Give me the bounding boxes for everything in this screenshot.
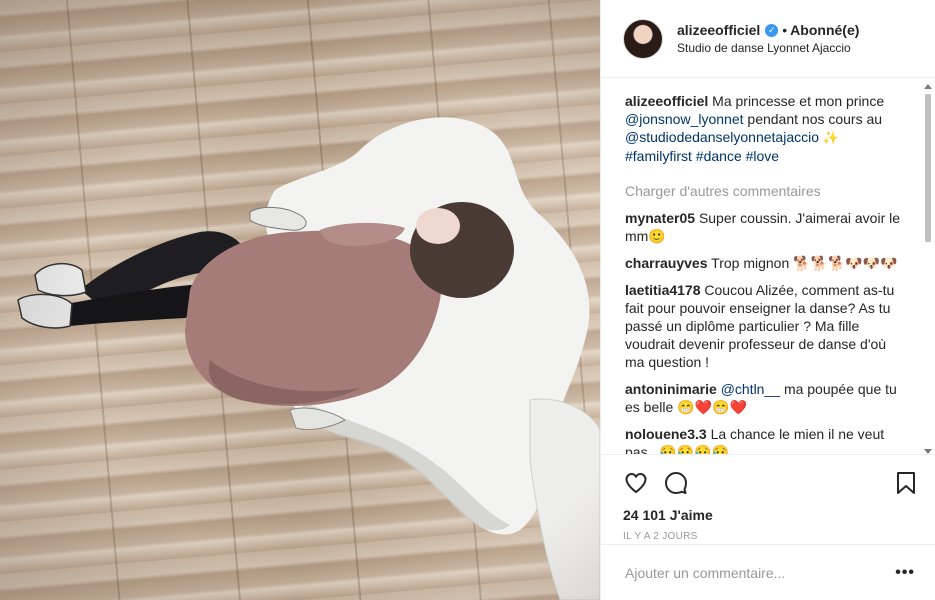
caption-hashtag-dance[interactable]: #dance: [696, 148, 742, 164]
header-top-line: alizeeofficiel ✓ • Abonné(e): [677, 22, 859, 38]
instagram-post-modal: alizeeofficiel ✓ • Abonné(e) Studio de d…: [0, 0, 935, 600]
post-actions: 24 101 J'aime IL Y A 2 JOURS: [601, 454, 935, 546]
header-separator: •: [782, 22, 788, 38]
comment-item: laetitia4178 Coucou Alizée, comment as-t…: [625, 281, 907, 371]
likes-count[interactable]: 24 101 J'aime: [623, 507, 919, 523]
caption-text-2: pendant nos cours au: [747, 111, 883, 127]
caption-hashtag-familyfirst[interactable]: #familyfirst: [625, 148, 692, 164]
bookmark-icon[interactable]: [893, 470, 919, 496]
caption-hashtag-love[interactable]: #love: [746, 148, 779, 164]
verified-badge-icon: ✓: [765, 23, 779, 37]
caption-text-1: Ma princesse et mon prince: [712, 93, 885, 109]
action-icons: [623, 463, 919, 503]
comment-username[interactable]: laetitia4178: [625, 282, 701, 298]
comment-item: mynater05 Super coussin. J'aimerai avoir…: [625, 209, 907, 245]
caption-mention-2[interactable]: @studiodedanselyonnetajaccio: [625, 129, 819, 145]
comment-username[interactable]: charrauyves: [625, 255, 708, 271]
comment-item: charrauyves Trop mignon 🐕🐕🐕🐶🐶🐶: [625, 254, 907, 272]
post-caption: alizeeofficiel Ma princesse et mon princ…: [625, 92, 907, 165]
caption-emoji: ✨: [822, 130, 840, 145]
scrollbar-thumb[interactable]: [925, 94, 931, 242]
post-timestamp[interactable]: IL Y A 2 JOURS: [623, 531, 919, 542]
author-username[interactable]: alizeeofficiel: [677, 22, 760, 38]
follow-button[interactable]: Abonné(e): [790, 22, 859, 38]
photo-vignette: [0, 0, 600, 600]
comments-scrollbar[interactable]: [922, 80, 934, 458]
comment-item: nolouene3.3 La chance le mien il ne veut…: [625, 425, 907, 454]
comment-input[interactable]: [625, 564, 896, 581]
heart-icon[interactable]: [623, 470, 649, 496]
caption-username[interactable]: alizeeofficiel: [625, 93, 708, 109]
scroll-up-arrow-icon[interactable]: [924, 84, 932, 89]
more-options-icon[interactable]: •••: [895, 564, 915, 582]
add-comment-bar: •••: [601, 544, 935, 600]
comment-username[interactable]: nolouene3.3: [625, 426, 707, 442]
post-location[interactable]: Studio de danse Lyonnet Ajaccio: [677, 41, 859, 55]
post-photo[interactable]: [0, 0, 600, 600]
load-more-comments-button[interactable]: Charger d'autres commentaires: [625, 182, 907, 200]
post-header: alizeeofficiel ✓ • Abonné(e) Studio de d…: [601, 0, 935, 78]
comment-username[interactable]: mynater05: [625, 210, 695, 226]
comment-mention[interactable]: @chtln__: [721, 381, 780, 397]
comment-text: Trop mignon 🐕🐕🐕🐶🐶🐶: [711, 255, 898, 271]
comments-panel[interactable]: alizeeofficiel Ma princesse et mon princ…: [601, 78, 935, 454]
post-sidebar: alizeeofficiel ✓ • Abonné(e) Studio de d…: [600, 0, 935, 600]
caption-mention-1[interactable]: @jonsnow_lyonnet: [625, 111, 744, 127]
comment-bubble-icon[interactable]: [663, 470, 689, 496]
comment-username[interactable]: antoninimarie: [625, 381, 717, 397]
comment-item: antoninimarie @chtln__ ma poupée que tu …: [625, 380, 907, 416]
header-text: alizeeofficiel ✓ • Abonné(e) Studio de d…: [677, 22, 859, 55]
avatar[interactable]: [623, 18, 663, 59]
